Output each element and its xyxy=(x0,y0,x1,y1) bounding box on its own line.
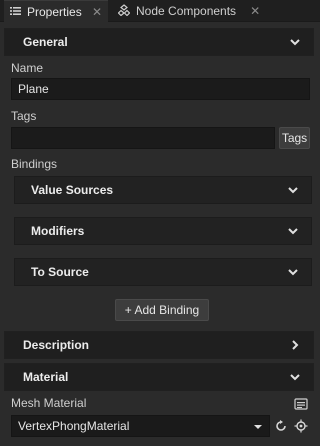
tab-node-components-label: Node Components xyxy=(136,4,237,18)
chevron-down-icon xyxy=(289,371,301,386)
properties-panel: Properties ✕ Node Components ✕ General N… xyxy=(0,0,320,446)
chevron-down-icon xyxy=(287,184,299,199)
chevron-right-icon xyxy=(289,339,301,354)
tab-node-components[interactable]: Node Components ✕ xyxy=(112,0,288,22)
name-value: Plane xyxy=(18,82,49,96)
list-icon xyxy=(10,5,21,19)
tab-properties[interactable]: Properties ✕ xyxy=(4,0,108,22)
section-general[interactable]: General xyxy=(4,28,314,56)
section-description-label: Description xyxy=(23,338,90,352)
material-browser-icon[interactable] xyxy=(292,395,310,413)
target-picker-icon[interactable] xyxy=(292,417,310,435)
section-value-sources-label: Value Sources xyxy=(31,183,114,197)
add-binding-button[interactable]: + Add Binding xyxy=(115,299,209,321)
mesh-material-value: VertexPhongMaterial xyxy=(18,419,130,433)
mesh-material-label: Mesh Material xyxy=(11,396,87,410)
section-description[interactable]: Description xyxy=(4,331,314,359)
close-icon[interactable]: ✕ xyxy=(92,5,102,19)
tags-field[interactable] xyxy=(11,127,275,149)
section-modifiers-label: Modifiers xyxy=(31,224,85,238)
reset-icon[interactable] xyxy=(272,417,290,435)
chevron-down-icon xyxy=(287,266,299,281)
tab-bar: Properties ✕ Node Components ✕ xyxy=(0,0,320,22)
section-value-sources[interactable]: Value Sources xyxy=(14,176,312,204)
components-icon xyxy=(117,3,131,19)
close-icon[interactable]: ✕ xyxy=(250,4,260,18)
tags-button[interactable]: Tags xyxy=(279,127,310,149)
name-field[interactable]: Plane xyxy=(11,78,310,100)
section-material-label: Material xyxy=(23,370,69,384)
mesh-material-dropdown[interactable]: VertexPhongMaterial xyxy=(11,415,270,437)
name-label: Name xyxy=(11,61,44,75)
bindings-label: Bindings xyxy=(11,157,58,171)
chevron-down-icon xyxy=(287,225,299,240)
tab-properties-label: Properties xyxy=(27,4,82,19)
section-to-source-label: To Source xyxy=(31,265,89,279)
section-modifiers[interactable]: Modifiers xyxy=(14,217,312,245)
section-general-label: General xyxy=(23,35,68,49)
tags-label: Tags xyxy=(11,109,37,123)
chevron-down-icon xyxy=(289,36,301,51)
section-material[interactable]: Material xyxy=(4,363,314,391)
caret-down-icon xyxy=(253,421,263,435)
section-to-source[interactable]: To Source xyxy=(14,258,312,286)
